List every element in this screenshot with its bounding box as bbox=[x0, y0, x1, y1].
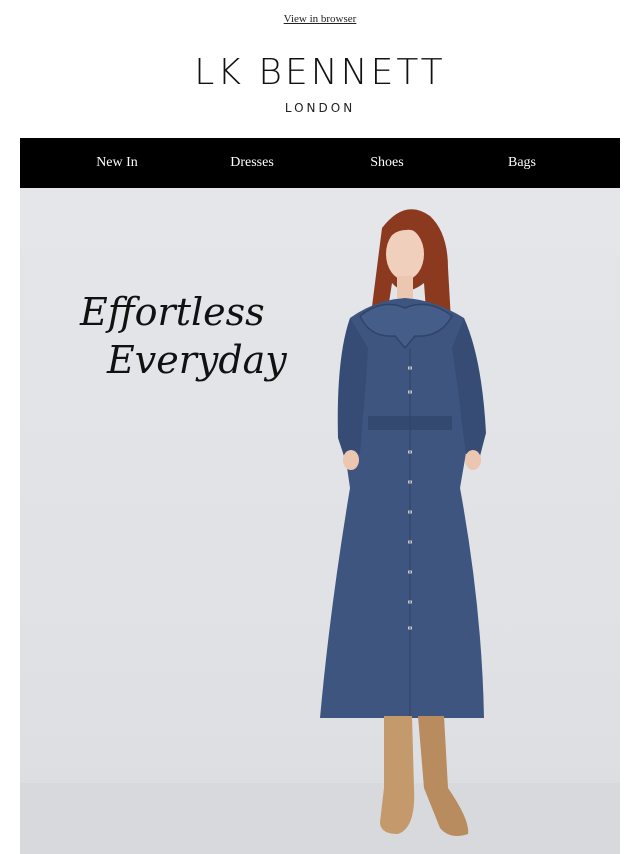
nav-item-new-in[interactable]: New In bbox=[77, 138, 157, 188]
nav-item-shoes[interactable]: Shoes bbox=[347, 138, 427, 188]
brand-name: LK BENNETT bbox=[194, 52, 446, 93]
hero-banner[interactable]: Effortless Everyday bbox=[20, 188, 620, 854]
hero-headline: Effortless Everyday bbox=[80, 288, 287, 384]
headline-line-1: Effortless bbox=[80, 290, 265, 334]
nav-item-bags[interactable]: Bags bbox=[482, 138, 562, 188]
brand-subtitle: LONDON bbox=[284, 101, 356, 115]
top-bar: View in browser bbox=[0, 0, 640, 38]
main-nav: New In Dresses Shoes Bags bbox=[20, 138, 620, 188]
view-in-browser-link[interactable]: View in browser bbox=[284, 13, 357, 25]
headline-line-2: Everyday bbox=[107, 338, 287, 382]
nav-item-dresses[interactable]: Dresses bbox=[212, 138, 292, 188]
brand-logo[interactable]: LK BENNETT LONDON bbox=[0, 38, 640, 138]
